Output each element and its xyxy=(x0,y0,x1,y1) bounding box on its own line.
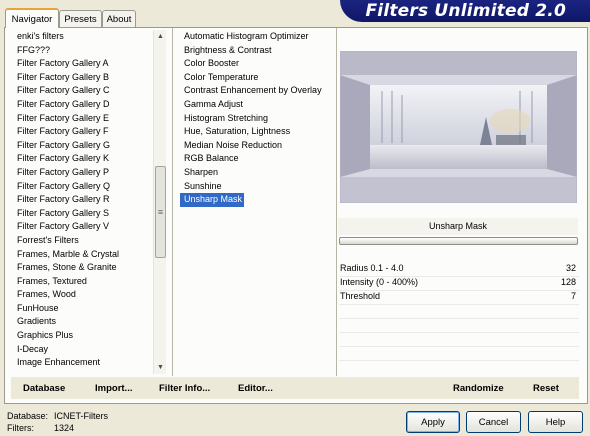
apply-button[interactable]: Apply xyxy=(406,411,460,433)
filter-info-button[interactable]: Filter Info... xyxy=(159,383,210,394)
category-scrollbar[interactable]: ▲ ≡ ▼ xyxy=(153,30,166,374)
filter-item[interactable]: Sunshine xyxy=(180,181,222,191)
filter-list[interactable]: Automatic Histogram Optimizer Brightness … xyxy=(180,30,330,207)
filter-item[interactable]: RGB Balance xyxy=(180,153,239,163)
category-item[interactable]: I-Decay xyxy=(13,343,153,357)
scroll-down-icon[interactable]: ▼ xyxy=(154,361,167,374)
category-item[interactable]: Frames, Wood xyxy=(13,288,153,302)
preview-image xyxy=(340,51,577,203)
filter-item[interactable]: Color Temperature xyxy=(180,72,258,82)
filter-item[interactable]: Brightness & Contrast xyxy=(180,45,272,55)
category-item[interactable]: Graphics Plus xyxy=(13,329,153,343)
filter-item[interactable]: Gamma Adjust xyxy=(180,99,243,109)
category-item[interactable]: Frames, Textured xyxy=(13,275,153,289)
filters-value: 1324 xyxy=(54,423,75,433)
tab-presets[interactable]: Presets xyxy=(59,10,102,27)
param-value[interactable]: 32 xyxy=(566,262,576,275)
param-value[interactable]: 7 xyxy=(571,290,576,303)
help-button[interactable]: Help xyxy=(528,411,583,433)
category-item[interactable]: enki's filters xyxy=(13,30,153,44)
editor-button[interactable]: Editor... xyxy=(238,383,273,394)
param-divider xyxy=(339,318,579,319)
database-button[interactable]: Database xyxy=(23,383,65,394)
preview-graphic xyxy=(340,51,577,203)
banner-title: Filters Unlimited 2.0 xyxy=(365,1,566,21)
database-label: Database: xyxy=(7,411,49,421)
category-item[interactable]: Filter Factory Gallery E xyxy=(13,112,153,126)
category-item[interactable]: Filter Factory Gallery P xyxy=(13,166,153,180)
category-list[interactable]: enki's filters FFG??? Filter Factory Galle… xyxy=(13,30,153,370)
param-label: Radius 0.1 - 4.0 xyxy=(340,263,404,273)
param-intensity[interactable]: Intensity (0 - 400%) 128 xyxy=(339,276,579,289)
tab-about[interactable]: About xyxy=(102,10,136,27)
category-item[interactable]: FunHouse xyxy=(13,302,153,316)
progress-bar xyxy=(339,237,578,245)
category-item[interactable]: Filter Factory Gallery K xyxy=(13,152,153,166)
category-item[interactable]: Filter Factory Gallery R xyxy=(13,193,153,207)
category-item[interactable]: Frames, Stone & Granite xyxy=(13,261,153,275)
category-item[interactable]: Forrest's Filters xyxy=(13,234,153,248)
import-button[interactable]: Import... xyxy=(95,383,132,394)
filter-item[interactable]: Hue, Saturation, Lightness xyxy=(180,126,290,136)
database-value: ICNET-Filters xyxy=(54,411,108,421)
param-radius[interactable]: Radius 0.1 - 4.0 32 xyxy=(339,262,579,275)
param-divider xyxy=(339,360,579,361)
category-item[interactable]: Filter Factory Gallery F xyxy=(13,125,153,139)
divider-left xyxy=(172,28,173,376)
param-divider xyxy=(339,304,579,305)
app-banner: Filters Unlimited 2.0 xyxy=(340,0,590,22)
divider-right xyxy=(336,28,337,376)
category-item[interactable]: Gradients xyxy=(13,315,153,329)
filter-item[interactable]: Color Booster xyxy=(180,58,239,68)
preview-caption: Unsharp Mask xyxy=(338,218,578,235)
category-item[interactable]: Filter Factory Gallery Q xyxy=(13,180,153,194)
param-value[interactable]: 128 xyxy=(561,276,576,289)
category-item[interactable]: Filter Factory Gallery S xyxy=(13,207,153,221)
category-item[interactable]: Filter Factory Gallery C xyxy=(13,84,153,98)
filter-item[interactable]: Median Noise Reduction xyxy=(180,140,282,150)
tab-navigator[interactable]: Navigator xyxy=(5,8,59,28)
scroll-up-icon[interactable]: ▲ xyxy=(154,30,167,43)
category-item[interactable]: Frames, Marble & Crystal xyxy=(13,248,153,262)
filter-item[interactable]: Contrast Enhancement by Overlay xyxy=(180,85,322,95)
filter-item[interactable]: Sharpen xyxy=(180,167,218,177)
param-threshold[interactable]: Threshold 7 xyxy=(339,290,579,303)
param-label: Intensity (0 - 400%) xyxy=(340,277,419,287)
category-item[interactable]: FFG??? xyxy=(13,44,153,58)
category-item[interactable]: Filter Factory Gallery D xyxy=(13,98,153,112)
category-item[interactable]: Image Enhancement xyxy=(13,356,153,370)
filter-item[interactable]: Unsharp Mask xyxy=(180,193,245,207)
category-item[interactable]: Filter Factory Gallery V xyxy=(13,220,153,234)
reset-button[interactable]: Reset xyxy=(533,383,559,394)
randomize-button[interactable]: Randomize xyxy=(453,383,504,394)
param-divider xyxy=(339,332,579,333)
cancel-button[interactable]: Cancel xyxy=(466,411,521,433)
category-item[interactable]: Filter Factory Gallery A xyxy=(13,57,153,71)
filter-item[interactable]: Automatic Histogram Optimizer xyxy=(180,31,309,41)
param-label: Threshold xyxy=(340,291,381,301)
category-item[interactable]: Filter Factory Gallery B xyxy=(13,71,153,85)
filter-item[interactable]: Histogram Stretching xyxy=(180,113,268,123)
category-item[interactable]: Filter Factory Gallery G xyxy=(13,139,153,153)
scroll-thumb[interactable]: ≡ xyxy=(155,166,166,258)
param-divider xyxy=(339,346,579,347)
filters-label: Filters: xyxy=(7,423,34,433)
